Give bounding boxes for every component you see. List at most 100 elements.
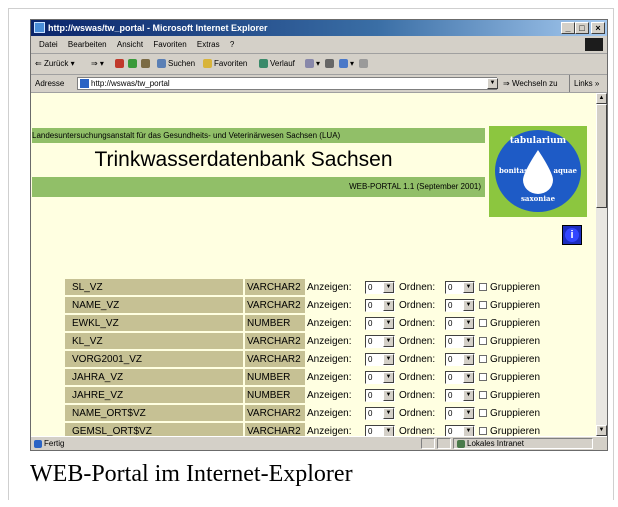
show-select[interactable]: 0 ▼: [365, 317, 395, 330]
group-label: Gruppieren: [490, 282, 541, 293]
history-button[interactable]: Verlauf: [259, 54, 295, 74]
discuss-icon[interactable]: [359, 54, 370, 74]
chevron-down-icon[interactable]: ▼: [383, 318, 394, 329]
chevron-down-icon[interactable]: ▼: [463, 390, 474, 401]
address-input[interactable]: http://wswas/tw_portal: [77, 77, 497, 90]
scroll-up-icon[interactable]: ▲: [596, 93, 607, 104]
show-select[interactable]: 0 ▼: [365, 407, 395, 420]
table-row: SL_VZ VARCHAR2 Anzeigen: 0 ▼ Ordnen: 0 ▼ Gruppie…: [65, 279, 595, 296]
order-value: 0: [448, 427, 453, 436]
forward-button[interactable]: ⇒ ▾: [91, 54, 104, 74]
order-select[interactable]: 0 ▼: [445, 299, 475, 312]
show-select[interactable]: 0 ▼: [365, 425, 395, 436]
chevron-down-icon[interactable]: ▼: [463, 354, 474, 365]
chevron-down-icon[interactable]: ▼: [383, 282, 394, 293]
chevron-down-icon[interactable]: ▼: [383, 408, 394, 419]
chevron-down-icon[interactable]: ▼: [383, 336, 394, 347]
chevron-down-icon[interactable]: ▼: [463, 408, 474, 419]
maximize-button[interactable]: □: [575, 22, 589, 34]
show-select[interactable]: 0 ▼: [365, 353, 395, 366]
refresh-icon[interactable]: [128, 54, 139, 74]
field-type: VARCHAR2: [245, 279, 305, 295]
mail-icon[interactable]: ▾: [305, 54, 320, 74]
address-bar: Adresse http://wswas/tw_portal ▼ ⇒ Wechs…: [31, 75, 607, 93]
chevron-down-icon[interactable]: ▼: [383, 426, 394, 436]
group-checkbox[interactable]: [479, 427, 487, 435]
title-bar[interactable]: http://wswas/tw_portal - Microsoft Inter…: [31, 20, 607, 36]
field-name: VORG2001_VZ: [65, 351, 243, 367]
address-url: http://wswas/tw_portal: [91, 79, 170, 88]
favorites-button[interactable]: Favoriten: [203, 54, 247, 74]
image-caption: WEB-Portal im Internet-Explorer: [30, 461, 353, 487]
show-label: Anzeigen:: [307, 354, 352, 365]
print-icon[interactable]: [325, 54, 336, 74]
scroll-down-icon[interactable]: ▼: [596, 425, 607, 436]
group-checkbox[interactable]: [479, 337, 487, 345]
menu-datei[interactable]: Datei: [39, 40, 58, 49]
links-button[interactable]: Links »: [569, 75, 599, 92]
order-value: 0: [448, 337, 453, 346]
go-button[interactable]: ⇒ Wechseln zu: [503, 75, 558, 92]
group-checkbox[interactable]: [479, 391, 487, 399]
group-checkbox[interactable]: [479, 409, 487, 417]
order-label: Ordnen:: [399, 390, 436, 401]
order-select[interactable]: 0 ▼: [445, 425, 475, 436]
order-select[interactable]: 0 ▼: [445, 353, 475, 366]
field-type: NUMBER: [245, 369, 305, 385]
chevron-down-icon[interactable]: ▼: [383, 300, 394, 311]
show-select[interactable]: 0 ▼: [365, 335, 395, 348]
order-select[interactable]: 0 ▼: [445, 371, 475, 384]
chevron-down-icon[interactable]: ▼: [383, 390, 394, 401]
group-checkbox[interactable]: [479, 319, 487, 327]
show-select[interactable]: 0 ▼: [365, 299, 395, 312]
group-checkbox[interactable]: [479, 283, 487, 291]
group-checkbox[interactable]: [479, 301, 487, 309]
search-button[interactable]: Suchen: [157, 54, 195, 74]
order-select[interactable]: 0 ▼: [445, 407, 475, 420]
chevron-down-icon[interactable]: ▼: [383, 354, 394, 365]
menu-bearbeiten[interactable]: Bearbeiten: [68, 40, 107, 49]
chevron-down-icon[interactable]: ▼: [463, 282, 474, 293]
field-name: NAME_ORT$VZ: [65, 405, 243, 421]
show-select[interactable]: 0 ▼: [365, 371, 395, 384]
home-icon[interactable]: [141, 54, 152, 74]
show-label: Anzeigen:: [307, 390, 352, 401]
logo-text-top: tabularium: [509, 136, 567, 146]
vertical-scrollbar[interactable]: ▲ ▼: [596, 93, 607, 436]
menu-favoriten[interactable]: Favoriten: [153, 40, 186, 49]
order-select[interactable]: 0 ▼: [445, 335, 475, 348]
menu-extras[interactable]: Extras: [197, 40, 220, 49]
stop-icon[interactable]: [115, 54, 126, 74]
order-value: 0: [448, 373, 453, 382]
group-checkbox[interactable]: [479, 373, 487, 381]
chevron-down-icon[interactable]: ▼: [463, 300, 474, 311]
group-label: Gruppieren: [490, 336, 541, 347]
order-select[interactable]: 0 ▼: [445, 281, 475, 294]
menu-help[interactable]: ?: [230, 40, 234, 49]
chevron-down-icon[interactable]: ▼: [463, 426, 474, 436]
table-row: NAME_ORT$VZ VARCHAR2 Anzeigen: 0 ▼ Ordnen: 0 ▼ G…: [65, 405, 595, 422]
close-button[interactable]: ×: [591, 22, 605, 34]
minimize-button[interactable]: _: [561, 22, 575, 34]
done-icon: [34, 439, 42, 448]
chevron-down-icon[interactable]: ▼: [463, 318, 474, 329]
show-select[interactable]: 0 ▼: [365, 281, 395, 294]
address-dropdown-icon[interactable]: ▼: [487, 78, 498, 89]
info-button[interactable]: i: [562, 225, 582, 245]
field-type: VARCHAR2: [245, 297, 305, 313]
back-button[interactable]: ⇐ Zurück ▾: [35, 54, 75, 74]
show-select[interactable]: 0 ▼: [365, 389, 395, 402]
chevron-down-icon[interactable]: ▼: [383, 372, 394, 383]
order-select[interactable]: 0 ▼: [445, 317, 475, 330]
edit-icon[interactable]: ▾: [339, 54, 354, 74]
favorites-icon: [203, 59, 212, 69]
order-select[interactable]: 0 ▼: [445, 389, 475, 402]
show-label: Anzeigen:: [307, 426, 352, 436]
scroll-thumb[interactable]: [596, 104, 607, 208]
menu-ansicht[interactable]: Ansicht: [117, 40, 143, 49]
history-label: Verlauf: [270, 59, 295, 68]
chevron-down-icon[interactable]: ▼: [463, 336, 474, 347]
table-row: VORG2001_VZ VARCHAR2 Anzeigen: 0 ▼ Ordnen: 0 ▼ G…: [65, 351, 595, 368]
group-checkbox[interactable]: [479, 355, 487, 363]
chevron-down-icon[interactable]: ▼: [463, 372, 474, 383]
